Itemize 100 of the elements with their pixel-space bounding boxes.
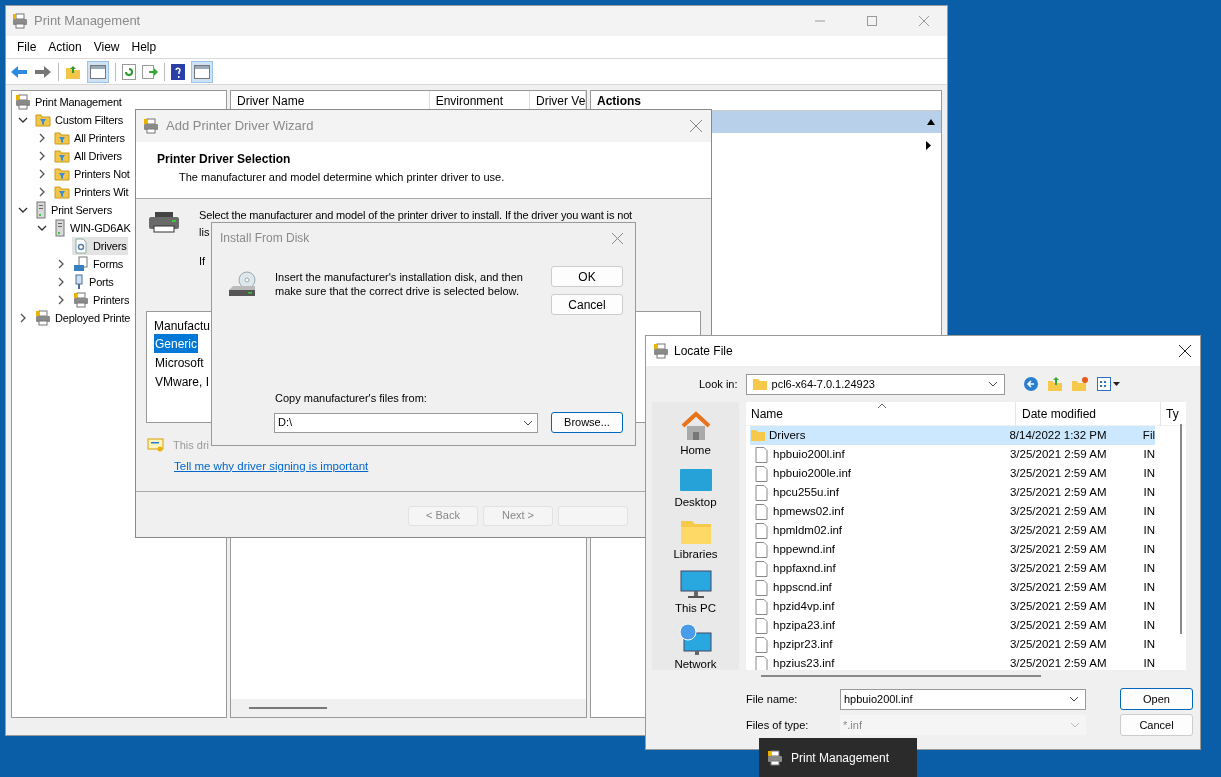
gear-page-icon bbox=[73, 238, 89, 254]
place-item[interactable]: This PC bbox=[655, 569, 736, 615]
column-header[interactable]: Name bbox=[746, 402, 1016, 426]
back-icon bbox=[1022, 376, 1039, 392]
file-name: hpzid4vp.inf bbox=[773, 598, 835, 614]
file-row[interactable]: hpzipa23.inf 3/25/2021 2:59 AM IN bbox=[750, 616, 1155, 635]
show-tree-button[interactable] bbox=[87, 60, 109, 83]
show-actions-button[interactable] bbox=[191, 60, 213, 83]
list-item[interactable]: Generic bbox=[154, 334, 199, 353]
ok-button[interactable]: OK bbox=[551, 266, 623, 287]
tree-item[interactable]: Printers Wit bbox=[53, 183, 131, 201]
file-name: hppewnd.inf bbox=[773, 541, 836, 557]
dialog-message: Insert the manufacturer's installation disk, and then make sure that the correct drive is selected below. bbox=[275, 270, 524, 299]
place-item[interactable]: Libraries bbox=[655, 517, 736, 561]
column-header[interactable]: Ty bbox=[1161, 404, 1179, 423]
look-in-combo-box[interactable]: pcl6-x64-7.0.1.24923 bbox=[745, 373, 1005, 395]
collapse-icon bbox=[927, 119, 935, 125]
tree-item[interactable]: Printers bbox=[72, 291, 132, 309]
file-icon bbox=[755, 598, 768, 615]
tree-item[interactable]: Print Servers bbox=[34, 201, 114, 219]
pane-title: Actions bbox=[597, 92, 641, 110]
file-row[interactable]: hpbuio200le.inf 3/25/2021 2:59 AM IN bbox=[750, 464, 1155, 483]
file-type: IN bbox=[1142, 636, 1155, 652]
file-row[interactable]: hpmews02.inf 3/25/2021 2:59 AM IN bbox=[750, 502, 1155, 521]
file-date: 3/25/2021 2:59 AM bbox=[1008, 465, 1108, 481]
file-name: Drivers bbox=[769, 427, 806, 443]
open-button[interactable]: Open bbox=[1120, 688, 1193, 710]
menu-item[interactable]: Action bbox=[42, 38, 88, 56]
file-name: hpcu255u.inf bbox=[773, 484, 839, 500]
file-date: 3/25/2021 2:59 AM bbox=[1008, 655, 1108, 670]
tree-item[interactable]: All Printers bbox=[53, 129, 127, 147]
tree-item[interactable]: Printers Not bbox=[53, 165, 132, 183]
panel-icon bbox=[194, 64, 210, 79]
file-row[interactable]: hppewnd.inf 3/25/2021 2:59 AM IN bbox=[750, 540, 1155, 559]
file-name: hpzius23.inf bbox=[773, 655, 835, 670]
file-icon bbox=[755, 484, 768, 501]
tree-item[interactable]: Custom Filters bbox=[34, 111, 126, 129]
cancel-button[interactable]: Cancel bbox=[551, 294, 623, 315]
file-date: 3/25/2021 2:59 AM bbox=[1008, 579, 1108, 595]
close-icon bbox=[690, 120, 702, 132]
file-date: 3/25/2021 2:59 AM bbox=[1008, 503, 1108, 519]
file-icon bbox=[755, 560, 768, 577]
sort-caret-icon bbox=[877, 403, 887, 408]
browse-button[interactable]: Browse... bbox=[551, 412, 623, 433]
filter-folder-icon bbox=[35, 112, 51, 128]
file-row[interactable]: hpzipr23.inf 3/25/2021 2:59 AM IN bbox=[750, 635, 1155, 654]
scrollbar-thumb[interactable] bbox=[1180, 424, 1182, 634]
filter-folder-icon bbox=[54, 166, 70, 182]
tree-item[interactable]: Print Management bbox=[14, 93, 124, 111]
tree-item[interactable]: Deployed Printe bbox=[34, 309, 133, 327]
path-combo-box[interactable]: D:\ bbox=[274, 412, 538, 433]
server-icon bbox=[54, 219, 66, 237]
panel-icon bbox=[90, 64, 106, 79]
file-row[interactable]: Drivers 8/14/2022 1:32 PM Fil bbox=[750, 426, 1155, 445]
file-row[interactable]: hpbuio200l.inf 3/25/2021 2:59 AM IN bbox=[750, 445, 1155, 464]
disk-drive-icon bbox=[228, 271, 258, 299]
file-row[interactable]: hpmldm02.inf 3/25/2021 2:59 AM IN bbox=[750, 521, 1155, 540]
file-row[interactable]: hpzid4vp.inf 3/25/2021 2:59 AM IN bbox=[750, 597, 1155, 616]
folder-up-icon bbox=[65, 63, 81, 80]
place-item[interactable]: Home bbox=[655, 409, 736, 457]
tree-item[interactable]: WIN-GD6AK bbox=[53, 219, 133, 237]
menu-item[interactable]: File bbox=[11, 38, 43, 56]
close-icon bbox=[1179, 345, 1191, 357]
menu-item[interactable]: View bbox=[87, 38, 126, 56]
file-row[interactable]: hppfaxnd.inf 3/25/2021 2:59 AM IN bbox=[750, 559, 1155, 578]
tree-item[interactable]: Forms bbox=[72, 255, 126, 273]
tree-item[interactable]: All Drivers bbox=[53, 147, 124, 165]
signing-link[interactable]: Tell me why driver signing is important bbox=[174, 458, 369, 473]
file-name: hppfaxnd.inf bbox=[773, 560, 836, 576]
file-icon bbox=[755, 522, 768, 539]
place-item[interactable]: Network bbox=[655, 623, 736, 671]
printer-icon bbox=[767, 749, 783, 766]
file-type: Fil bbox=[1141, 427, 1155, 443]
file-type: IN bbox=[1142, 522, 1155, 538]
file-type: IN bbox=[1142, 541, 1155, 557]
place-item[interactable]: Desktop bbox=[655, 465, 736, 509]
list-item[interactable]: Microsoft bbox=[154, 353, 205, 372]
cancel-button[interactable]: Cancel bbox=[1120, 714, 1193, 736]
tree-item[interactable]: Drivers bbox=[72, 237, 129, 255]
file-row[interactable]: hppscnd.inf 3/25/2021 2:59 AM IN bbox=[750, 578, 1155, 597]
file-icon bbox=[755, 579, 768, 596]
file-name: hpzipr23.inf bbox=[773, 636, 833, 652]
instruction-text: If bbox=[199, 254, 206, 268]
file-row[interactable]: hpcu255u.inf 3/25/2021 2:59 AM IN bbox=[750, 483, 1155, 502]
column-header[interactable]: Date modified bbox=[1016, 402, 1161, 426]
scrollbar-thumb[interactable] bbox=[761, 675, 1041, 677]
tree-item[interactable]: Ports bbox=[72, 273, 116, 291]
signing-note: This dri bbox=[173, 438, 210, 453]
scrollbar-thumb[interactable] bbox=[249, 707, 327, 709]
dropdown-icon bbox=[1069, 696, 1079, 702]
file-row[interactable]: hpzius23.inf 3/25/2021 2:59 AM IN bbox=[750, 654, 1155, 670]
dropdown-icon bbox=[987, 381, 998, 387]
list-item[interactable]: VMware, I bbox=[154, 372, 210, 391]
refresh-icon bbox=[122, 63, 136, 80]
file-name: hpzipa23.inf bbox=[773, 617, 836, 633]
monitor-icon bbox=[678, 569, 713, 601]
file-name-field[interactable]: hpbuio200l.inf bbox=[840, 688, 1086, 710]
server-icon bbox=[35, 201, 47, 219]
printer-icon bbox=[73, 292, 89, 308]
menu-item[interactable]: Help bbox=[125, 38, 163, 56]
